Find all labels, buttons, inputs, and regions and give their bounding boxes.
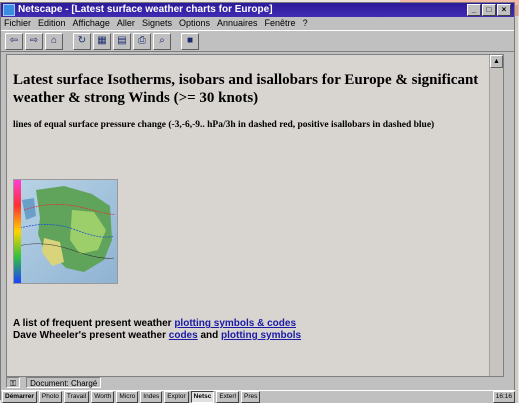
menu-affichage[interactable]: Affichage <box>73 17 110 30</box>
task-photo[interactable]: Photo <box>38 391 62 403</box>
task-worth[interactable]: Worth <box>91 391 115 403</box>
task-netscape[interactable]: Netsc <box>190 391 215 403</box>
lock-icon: ⚿ <box>6 377 21 388</box>
forward-icon[interactable]: ⇨ <box>25 32 43 50</box>
menu-signets[interactable]: Signets <box>142 17 172 30</box>
task-explor[interactable]: Explor <box>164 391 189 403</box>
menu-help[interactable]: ? <box>303 17 308 30</box>
window-title: Netscape - [Latest surface weather chart… <box>18 4 273 15</box>
title-bar: Netscape - [Latest surface weather chart… <box>1 3 514 17</box>
maximize-button[interactable]: □ <box>482 4 496 16</box>
images-icon[interactable]: ▦ <box>93 32 111 50</box>
minimize-button[interactable]: _ <box>467 4 481 16</box>
open-icon[interactable]: ▤ <box>113 32 131 50</box>
menu-fenetre[interactable]: Fenêtre <box>265 17 296 30</box>
menu-options[interactable]: Options <box>179 17 210 30</box>
menu-annuaires[interactable]: Annuaires <box>217 17 258 30</box>
back-icon[interactable]: ⇦ <box>5 32 23 50</box>
link-line-1-prefix: A list of frequent present weather <box>13 318 175 329</box>
link-line-2-and: and <box>197 330 222 341</box>
page-content: Latest surface Isotherms, isobars and is… <box>6 54 504 377</box>
link-line-2-prefix: Dave Wheeler's present weather <box>13 330 169 341</box>
task-micro[interactable]: Micro <box>116 391 139 403</box>
weather-map-image <box>14 180 117 283</box>
status-bar: ⚿ Document: Chargé <box>6 377 511 388</box>
task-exterl[interactable]: Exterl <box>216 391 239 403</box>
vertical-scrollbar[interactable]: ▲ <box>489 55 503 376</box>
menu-fichier[interactable]: Fichier <box>4 17 31 30</box>
scroll-up-icon[interactable]: ▲ <box>490 55 503 68</box>
task-pres[interactable]: Pres <box>240 391 261 403</box>
close-button[interactable]: × <box>497 4 511 16</box>
menu-bar: Fichier Edition Affichage Aller Signets … <box>1 17 514 30</box>
plotting-symbols-link[interactable]: plotting symbols <box>221 330 301 341</box>
stop-icon[interactable]: ■ <box>181 32 199 50</box>
window-controls: _ □ × <box>467 4 511 16</box>
page-heading: Latest surface Isotherms, isobars and is… <box>13 72 479 106</box>
task-travail[interactable]: Travail <box>63 391 90 403</box>
menu-aller[interactable]: Aller <box>117 17 135 30</box>
weather-map-thumbnail[interactable] <box>13 179 118 284</box>
reload-icon[interactable]: ↻ <box>73 32 91 50</box>
netscape-icon <box>3 4 15 16</box>
find-icon[interactable]: ⌕ <box>153 32 171 50</box>
task-indes[interactable]: Indes <box>140 391 163 403</box>
plotting-symbols-codes-link[interactable]: plotting symbols & codes <box>174 318 296 329</box>
menu-edition[interactable]: Edition <box>38 17 66 30</box>
browser-window: Netscape - [Latest surface weather chart… <box>0 2 515 403</box>
home-icon[interactable]: ⌂ <box>45 32 63 50</box>
codes-link[interactable]: codes <box>169 330 198 341</box>
link-line-1: A list of frequent present weather plott… <box>13 318 301 330</box>
toolbar: ⇦ ⇨ ⌂ ↻ ▦ ▤ ⎙ ⌕ ■ <box>1 30 514 52</box>
start-button[interactable]: Démarrer <box>2 391 37 403</box>
link-line-2: Dave Wheeler's present weather codes and… <box>13 330 301 342</box>
print-icon[interactable]: ⎙ <box>133 32 151 50</box>
taskbar: Démarrer Photo Travail Worth Micro Indes… <box>1 390 515 403</box>
status-text: Document: Chargé <box>26 377 102 388</box>
links-block: A list of frequent present weather plott… <box>13 318 301 342</box>
page-subnote: lines of equal surface pressure change (… <box>13 120 435 130</box>
taskbar-clock: 16:16 <box>492 391 515 403</box>
